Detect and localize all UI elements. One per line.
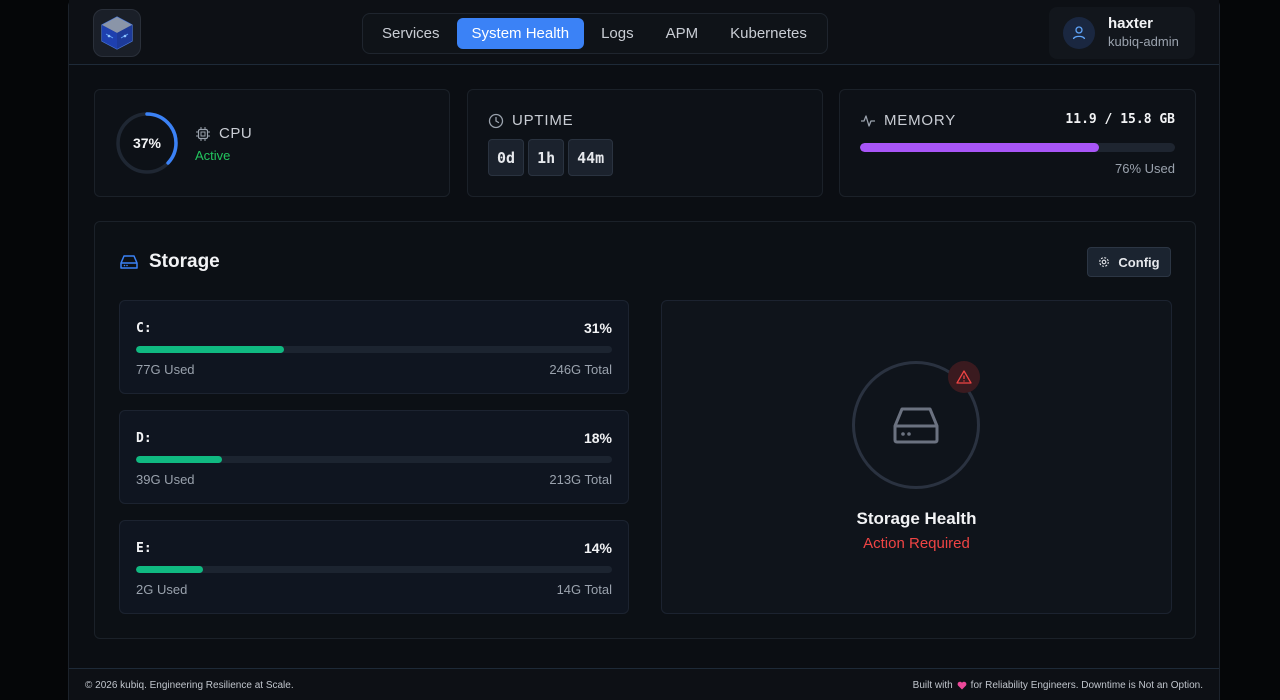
drive-used: 2G Used: [136, 582, 188, 597]
kubiq-logo[interactable]: [93, 9, 141, 57]
drive-card-e: E: 14% 2G Used 14G Total: [119, 520, 629, 614]
storage-section: Storage Config C: 31% 77G Used 246G Tota…: [94, 221, 1196, 639]
config-label: Config: [1118, 254, 1160, 270]
memory-bar: [860, 143, 1175, 152]
drive-bar-fill: [136, 456, 222, 463]
drive-total: 246G Total: [549, 362, 612, 377]
uptime-minutes: 44m: [568, 139, 614, 176]
cpu-card: 37% CPU Active: [94, 89, 450, 197]
drive-bar: [136, 456, 612, 463]
user-name: haxter: [1108, 15, 1154, 32]
drive-percent: 14%: [583, 540, 612, 556]
heart-icon: [957, 681, 967, 690]
storage-title: Storage: [149, 251, 220, 272]
avatar: [1063, 17, 1095, 49]
cpu-chip-icon: [196, 126, 210, 141]
nav-apm[interactable]: APM: [651, 18, 714, 49]
drive-percent: 18%: [583, 430, 612, 446]
user-role: kubiq-admin: [1108, 34, 1179, 49]
drive-bar: [136, 566, 612, 573]
memory-value: 11.9 / 15.8 GB: [1065, 112, 1175, 127]
cpu-percent: 37%: [132, 135, 162, 151]
uptime-card: UPTIME 0d 1h 44m: [467, 89, 823, 197]
uptime-counter: 0d 1h 44m: [488, 139, 614, 176]
main-nav: Services System Health Logs APM Kubernet…: [362, 13, 828, 54]
drive-used: 39G Used: [136, 472, 195, 487]
drive-name: D:: [136, 431, 152, 446]
config-button[interactable]: Config: [1087, 247, 1171, 277]
drive-total: 213G Total: [549, 472, 612, 487]
drive-bar: [136, 346, 612, 353]
user-icon: [1072, 26, 1086, 40]
drive-card-c: C: 31% 77G Used 246G Total: [119, 300, 629, 394]
memory-title: MEMORY: [860, 112, 956, 129]
app-frame: Services System Health Logs APM Kubernet…: [68, 0, 1220, 700]
warning-badge: [948, 361, 980, 393]
storage-header: Storage: [119, 251, 220, 273]
nav-kubernetes[interactable]: Kubernetes: [715, 18, 822, 49]
nav-system-health[interactable]: System Health: [456, 18, 585, 49]
memory-label: MEMORY: [884, 112, 957, 129]
drive-card-d: D: 18% 39G Used 213G Total: [119, 410, 629, 504]
uptime-days: 0d: [488, 139, 525, 176]
storage-health-status: Action Required: [863, 535, 970, 552]
activity-icon: [861, 114, 875, 127]
footer: © 2026 kubiq. Engineering Resilience at …: [69, 668, 1219, 700]
top-header: Services System Health Logs APM Kubernet…: [69, 0, 1219, 65]
footer-suffix: for Reliability Engineers. Downtime is N…: [970, 680, 1203, 691]
storage-health-title: Storage Health: [856, 509, 977, 528]
alert-triangle-icon: [956, 370, 972, 384]
drive-percent: 31%: [583, 320, 612, 336]
cube-logo-icon: [101, 16, 133, 50]
clock-icon: [488, 113, 504, 128]
user-menu[interactable]: haxter kubiq-admin: [1049, 7, 1195, 59]
footer-copyright: © 2026 kubiq. Engineering Resilience at …: [85, 680, 294, 691]
memory-used: 76% Used: [1115, 161, 1175, 176]
drive-name: E:: [136, 541, 152, 556]
memory-bar-fill: [860, 143, 1100, 152]
gear-icon: [1099, 257, 1110, 267]
drive-bar-fill: [136, 346, 284, 353]
footer-tagline: Built with for Reliability Engineers. Do…: [913, 680, 1203, 691]
footer-prefix: Built with: [912, 680, 953, 691]
cpu-status: Active: [195, 148, 231, 163]
drive-bar-fill: [136, 566, 203, 573]
nav-services[interactable]: Services: [367, 18, 455, 49]
drive-used: 77G Used: [136, 362, 195, 377]
uptime-title: UPTIME: [488, 112, 573, 129]
uptime-hours: 1h: [528, 139, 565, 176]
drive-name: C:: [136, 321, 152, 336]
nav-logs[interactable]: Logs: [586, 18, 649, 49]
storage-health-panel: Storage Health Action Required: [661, 300, 1172, 614]
uptime-label: UPTIME: [512, 112, 574, 129]
memory-card: MEMORY 11.9 / 15.8 GB 76% Used: [839, 89, 1196, 197]
drive-total: 14G Total: [556, 582, 612, 597]
cpu-label: CPU: [195, 125, 252, 142]
hard-drive-icon: [893, 407, 939, 444]
hard-drive-icon: [120, 255, 138, 269]
cpu-title: CPU: [219, 125, 253, 142]
